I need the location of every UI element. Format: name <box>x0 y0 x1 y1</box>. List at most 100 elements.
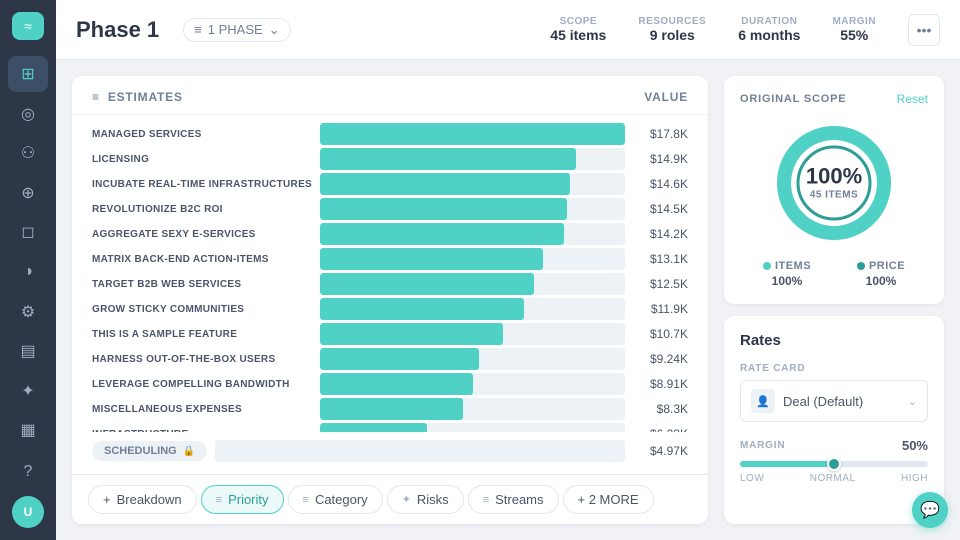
sidebar-item-wand[interactable]: ✦ <box>8 373 48 409</box>
bar-row[interactable]: AGGREGATE SEXY E-SERVICES $14.2K <box>92 223 688 245</box>
scope-card-header: ORIGINAL SCOPE Reset <box>740 92 928 106</box>
bar-value: $8.91K <box>633 377 688 391</box>
sidebar-item-dashboard[interactable]: ⊞ <box>8 56 48 92</box>
priority-tab-label: Priority <box>228 492 268 507</box>
more-button[interactable]: ••• <box>908 14 940 46</box>
more-tabs-button[interactable]: + 2 MORE <box>563 485 654 514</box>
help-icon: ? <box>24 463 33 481</box>
bar-track <box>320 398 625 420</box>
sidebar-item-binoculars[interactable]: ◎ <box>8 96 48 132</box>
margin-label-row: MARGIN 50% <box>740 438 928 453</box>
bar-row[interactable]: TARGET B2B WEB SERVICES $12.5K <box>92 273 688 295</box>
items-legend-dot <box>763 262 771 270</box>
breakdown-tab[interactable]: + Breakdown <box>88 485 197 514</box>
bar-value: $14.9K <box>633 152 688 166</box>
sidebar-item-chart[interactable]: ◑ <box>8 254 48 290</box>
bar-track <box>320 423 625 432</box>
bar-row[interactable]: GROW STICKY COMMUNITIES $11.9K <box>92 298 688 320</box>
bar-label: INCUBATE REAL-TIME INFRASTRUCTURES <box>92 179 312 190</box>
bar-row[interactable]: INFRASTRUCTURE $6.23K <box>92 423 688 432</box>
donut-chart-container: 100% 45 ITEMS <box>740 118 928 248</box>
chevron-down-icon: ⌄ <box>908 395 917 408</box>
bar-row[interactable]: HARNESS OUT-OF-THE-BOX USERS $9.24K <box>92 348 688 370</box>
sidebar-item-settings[interactable]: ⚙ <box>8 294 48 330</box>
phase-badge-label: 1 PHASE <box>208 22 263 37</box>
sidebar-item-team[interactable]: ⊕ <box>8 175 48 211</box>
bar-row[interactable]: MANAGED SERVICES $17.8K <box>92 123 688 145</box>
stat-duration: DURATION 6 months <box>738 16 800 43</box>
bottom-tabs: + Breakdown ≡ Priority ≡ Category ✦ Risk… <box>72 474 708 524</box>
tab-streams[interactable]: ≡ Streams <box>468 485 559 514</box>
sidebar-item-help[interactable]: ? <box>8 452 48 492</box>
stat-scope: SCOPE 45 items <box>550 16 606 43</box>
logo-icon: ≈ <box>24 18 32 34</box>
scope-label: SCOPE <box>560 16 598 27</box>
bar-row[interactable]: THIS IS A SAMPLE FEATURE $10.7K <box>92 323 688 345</box>
rate-card-select[interactable]: 👤 Deal (Default) ⌄ <box>740 380 928 422</box>
bar-row[interactable]: REVOLUTIONIZE B2C ROI $14.5K <box>92 198 688 220</box>
sidebar-logo[interactable]: ≈ <box>12 12 44 40</box>
phase-badge[interactable]: ≡ 1 PHASE ⌄ <box>183 18 290 42</box>
streams-tab-icon: ≡ <box>483 494 489 506</box>
settings-icon: ⚙ <box>21 302 35 322</box>
left-panel: ≡ ESTIMATES VALUE MANAGED SERVICES $17.8… <box>72 76 708 524</box>
bar-row[interactable]: INCUBATE REAL-TIME INFRASTRUCTURES $14.6… <box>92 173 688 195</box>
bar-value: $17.8K <box>633 127 688 141</box>
scope-value: 45 items <box>550 27 606 43</box>
add-icon: + <box>103 492 111 507</box>
more-tabs-label: + 2 MORE <box>578 492 639 507</box>
donut-percent: 100% <box>806 166 862 188</box>
bar-list: MANAGED SERVICES $17.8K LICENSING $14.9K… <box>72 115 708 432</box>
lock-icon: 🔒 <box>183 446 195 457</box>
sidebar-item-cube[interactable]: ◻ <box>8 215 48 251</box>
tab-risks[interactable]: ✦ Risks <box>387 485 464 514</box>
risks-tab-label: Risks <box>417 492 449 507</box>
bar-row[interactable]: LICENSING $14.9K <box>92 148 688 170</box>
items-legend-label: ITEMS <box>775 260 811 272</box>
resources-label: RESOURCES <box>638 16 706 27</box>
scope-card-title: ORIGINAL SCOPE <box>740 93 846 105</box>
chat-bubble[interactable]: 💬 <box>912 492 948 528</box>
margin-slider[interactable] <box>740 461 928 467</box>
rate-card-icon: 👤 <box>751 389 775 413</box>
priority-tab-icon: ≡ <box>216 494 222 506</box>
bar-fill <box>320 273 534 295</box>
bar-fill <box>320 373 473 395</box>
price-legend-label: PRICE <box>869 260 905 272</box>
category-tab-label: Category <box>315 492 368 507</box>
bar-value: $14.5K <box>633 202 688 216</box>
estimates-filter-icon: ≡ <box>92 90 100 104</box>
bar-row[interactable]: LEVERAGE COMPELLING BANDWIDTH $8.91K <box>92 373 688 395</box>
avatar[interactable]: U <box>12 496 44 528</box>
bar-track <box>320 323 625 345</box>
bar-fill <box>320 348 479 370</box>
estimates-title-row: ≡ ESTIMATES <box>92 90 183 104</box>
slider-high-label: HIGH <box>901 473 928 484</box>
slider-normal-label: NORMAL <box>810 473 856 484</box>
scope-card: ORIGINAL SCOPE Reset <box>724 76 944 304</box>
slider-thumb[interactable] <box>827 457 841 471</box>
tab-priority[interactable]: ≡ Priority <box>201 485 284 514</box>
bar-value: $12.5K <box>633 277 688 291</box>
bar-row[interactable]: MATRIX BACK-END ACTION-ITEMS $13.1K <box>92 248 688 270</box>
breakdown-label: Breakdown <box>117 492 182 507</box>
bar-track <box>320 123 625 145</box>
value-label: VALUE <box>644 90 688 104</box>
reset-button[interactable]: Reset <box>897 92 928 106</box>
bar-row[interactable]: MISCELLANEOUS EXPENSES $8.3K <box>92 398 688 420</box>
sidebar-item-users[interactable]: ⚇ <box>8 136 48 172</box>
scheduling-bar <box>215 440 625 462</box>
tab-category[interactable]: ≡ Category <box>288 485 383 514</box>
bar-track <box>320 373 625 395</box>
sidebar-item-table[interactable]: ▦ <box>8 413 48 449</box>
phase-badge-chevron: ⌄ <box>269 22 280 38</box>
layers-icon: ▤ <box>20 341 35 361</box>
sidebar-item-layers[interactable]: ▤ <box>8 333 48 369</box>
cube-icon: ◻ <box>21 222 34 242</box>
bar-label: MANAGED SERVICES <box>92 129 312 140</box>
stat-resources: RESOURCES 9 roles <box>638 16 706 43</box>
price-legend-dot <box>857 262 865 270</box>
bar-label: GROW STICKY COMMUNITIES <box>92 304 312 315</box>
bar-track <box>320 248 625 270</box>
chat-icon: 💬 <box>920 500 940 520</box>
